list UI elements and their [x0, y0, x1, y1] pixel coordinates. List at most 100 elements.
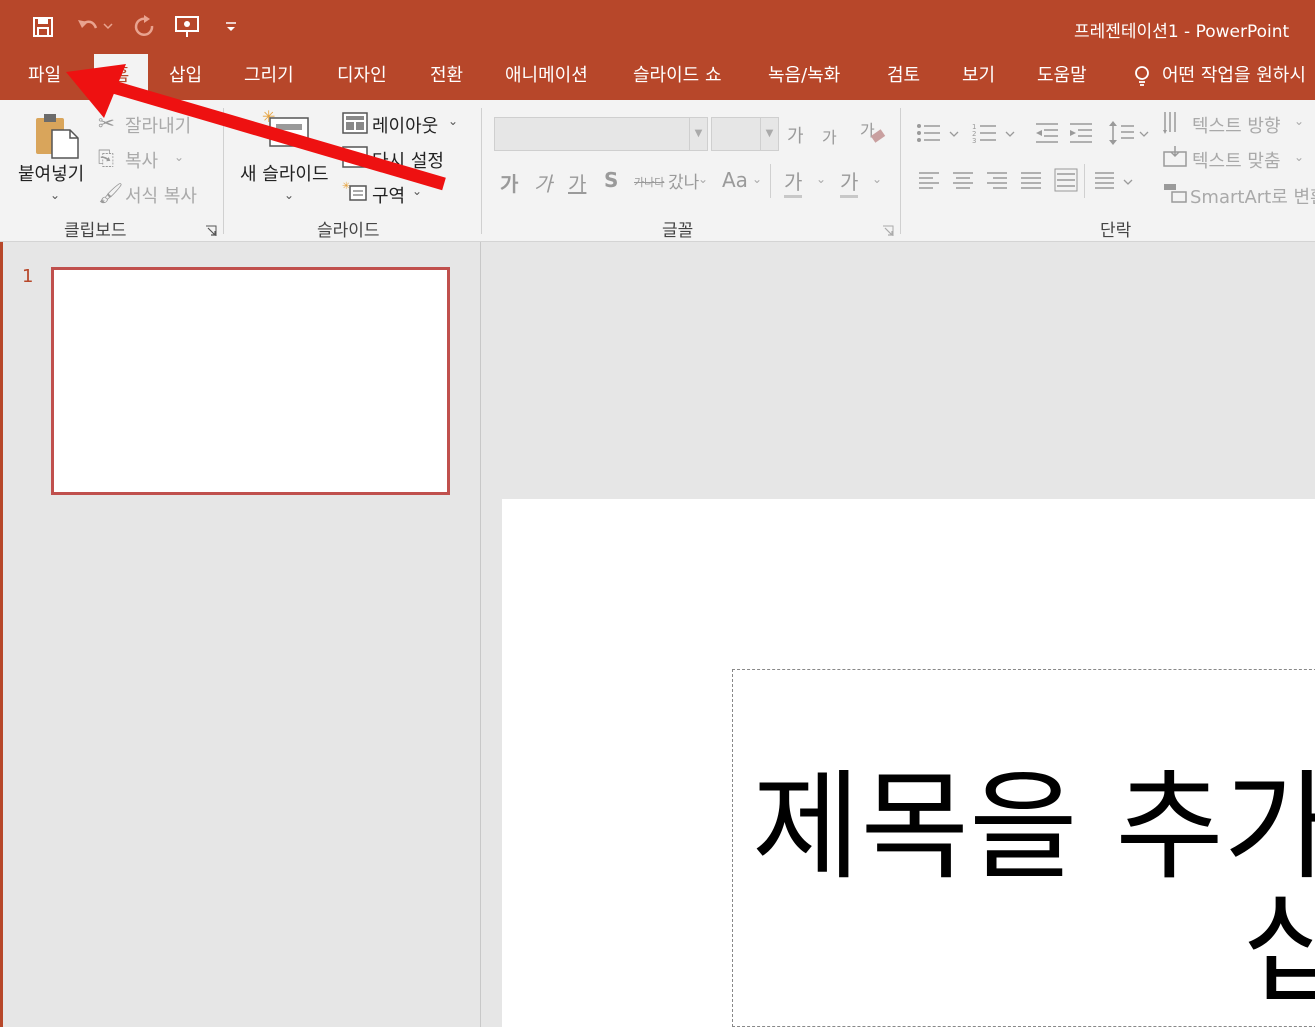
document-title: 프레젠테이션1 - PowerPoint: [1074, 22, 1290, 42]
tell-me-label: 어떤 작업을 원하시: [1162, 65, 1306, 86]
tab-view[interactable]: 보기: [958, 54, 999, 100]
justify-icon[interactable]: [1020, 170, 1042, 196]
customize-qat-icon[interactable]: [224, 14, 250, 40]
tab-file[interactable]: 파일: [24, 54, 65, 100]
section-dropdown-chevron[interactable]: ⌄: [412, 184, 422, 198]
svg-text:✳: ✳: [342, 181, 350, 192]
change-case-dropdown-chevron[interactable]: ⌄: [752, 172, 762, 186]
redo-icon[interactable]: [132, 14, 158, 40]
shadow-button[interactable]: S: [604, 168, 618, 192]
underline-button[interactable]: 가: [568, 168, 586, 197]
svg-text:3: 3: [972, 137, 976, 144]
tell-me-search[interactable]: 어떤 작업을 원하시: [1130, 54, 1306, 100]
copy-button[interactable]: 복사: [125, 147, 158, 173]
paste-dropdown-chevron[interactable]: ⌄: [50, 188, 60, 202]
format-painter-button[interactable]: 서식 복사: [125, 182, 197, 208]
layout-icon[interactable]: [342, 112, 368, 138]
tab-review[interactable]: 검토: [883, 54, 924, 100]
reset-icon[interactable]: [342, 146, 368, 172]
italic-button[interactable]: 가: [534, 168, 552, 197]
highlight-button[interactable]: 가: [784, 166, 803, 198]
section-button[interactable]: 구역: [372, 182, 405, 208]
font-size-dropdown-arrow[interactable]: ▼: [760, 118, 778, 150]
strikethrough-button[interactable]: 가나다: [634, 174, 664, 190]
paste-icon[interactable]: [34, 112, 80, 164]
title-placeholder-text-line2: 십: [1242, 881, 1315, 1019]
ribbon-separator: [770, 164, 771, 198]
shrink-font-button[interactable]: 가: [822, 124, 837, 148]
section-icon[interactable]: ✳: [342, 180, 368, 206]
align-text-icon[interactable]: [1162, 146, 1188, 174]
tab-insert[interactable]: 삽입: [165, 54, 206, 100]
text-direction-icon[interactable]: [1162, 110, 1188, 140]
text-direction-dropdown-chevron[interactable]: ⌄: [1294, 114, 1304, 128]
lightbulb-icon: [1135, 66, 1149, 86]
columns-icon[interactable]: [1094, 170, 1138, 196]
dialog-launcher-icon[interactable]: [205, 222, 217, 241]
ribbon-separator: [481, 108, 482, 234]
decrease-indent-icon[interactable]: [1034, 122, 1060, 148]
new-slide-dropdown-chevron[interactable]: ⌄: [284, 188, 294, 202]
grow-font-button[interactable]: 가: [787, 122, 804, 148]
layout-dropdown-chevron[interactable]: ⌄: [448, 114, 458, 128]
slides-group-label: 슬라이드: [317, 221, 380, 241]
tab-design[interactable]: 디자인: [333, 54, 391, 100]
align-text-dropdown-chevron[interactable]: ⌄: [1294, 150, 1304, 164]
layout-button[interactable]: 레이아웃: [372, 112, 438, 138]
align-right-icon[interactable]: [986, 170, 1008, 196]
character-spacing-dropdown-chevron[interactable]: ⌄: [698, 172, 708, 186]
save-icon[interactable]: [30, 14, 56, 40]
font-color-dropdown-chevron[interactable]: ⌄: [872, 172, 882, 186]
title-placeholder-text: 제목을 추가: [752, 758, 1315, 896]
copy-icon[interactable]: ⎘: [98, 146, 114, 170]
change-case-button[interactable]: Aa: [722, 168, 748, 192]
tab-animations[interactable]: 애니메이션: [501, 54, 592, 100]
slide-number: 1: [22, 266, 34, 287]
clipboard-group-label: 클립보드: [64, 221, 127, 241]
font-name-dropdown-arrow[interactable]: ▼: [689, 118, 707, 150]
tab-slide-show[interactable]: 슬라이드 쇼: [629, 54, 726, 100]
cut-button[interactable]: 잘라내기: [125, 112, 191, 138]
format-painter-icon[interactable]: 🖌: [98, 181, 123, 205]
ribbon-separator: [900, 108, 901, 234]
dialog-launcher-icon[interactable]: [882, 222, 894, 241]
ribbon-separator: [1084, 164, 1085, 198]
title-bar: 프레젠테이션1 - PowerPoint: [0, 0, 1315, 54]
paste-button[interactable]: 붙여넣기: [18, 160, 84, 186]
align-center-icon[interactable]: [952, 170, 974, 196]
character-spacing-button[interactable]: 갔나: [668, 168, 699, 193]
undo-icon[interactable]: [74, 14, 113, 40]
font-name-combobox[interactable]: ▼: [494, 117, 708, 151]
new-slide-button[interactable]: 새 슬라이드: [240, 160, 329, 186]
font-size-combobox[interactable]: ▼: [711, 117, 779, 151]
tab-home[interactable]: 홈: [94, 54, 148, 100]
align-left-icon[interactable]: [918, 170, 940, 196]
tab-transitions[interactable]: 전환: [426, 54, 467, 100]
ribbon-home: 붙여넣기 ⌄ ✂ 잘라내기 ⎘ 복사 ⌄ 🖌 서식 복사 클립보드 ✳ 새 슬라…: [0, 100, 1315, 242]
numbering-icon[interactable]: 123: [972, 122, 1020, 148]
bold-button[interactable]: 가: [500, 168, 518, 197]
new-slide-icon[interactable]: ✳: [262, 107, 312, 156]
paragraph-group-label: 단락: [1100, 221, 1132, 241]
line-spacing-icon[interactable]: [1108, 120, 1152, 150]
font-group-label: 글꼴: [662, 221, 694, 241]
distributed-icon[interactable]: [1054, 168, 1078, 196]
highlight-dropdown-chevron[interactable]: ⌄: [816, 172, 826, 186]
align-text-button[interactable]: 텍스트 맞춤: [1192, 147, 1281, 173]
present-from-start-icon[interactable]: [174, 14, 200, 40]
smartart-button[interactable]: SmartArt로 변환: [1190, 183, 1315, 209]
ribbon-separator: [223, 108, 224, 234]
clear-formatting-icon[interactable]: 가: [860, 120, 886, 146]
reset-button[interactable]: 다시 설정: [372, 147, 444, 173]
text-direction-button[interactable]: 텍스트 방향: [1192, 112, 1281, 138]
bullets-icon[interactable]: [916, 122, 964, 148]
smartart-icon[interactable]: [1162, 182, 1188, 208]
tab-help[interactable]: 도움말: [1033, 54, 1091, 100]
copy-dropdown-chevron[interactable]: ⌄: [174, 150, 184, 164]
slide-thumbnail-1[interactable]: [51, 267, 450, 495]
increase-indent-icon[interactable]: [1068, 122, 1094, 148]
tab-recording[interactable]: 녹음/녹화: [764, 54, 844, 100]
tab-draw[interactable]: 그리기: [240, 54, 298, 100]
cut-icon[interactable]: ✂: [98, 111, 115, 135]
font-color-button[interactable]: 가: [840, 166, 859, 198]
